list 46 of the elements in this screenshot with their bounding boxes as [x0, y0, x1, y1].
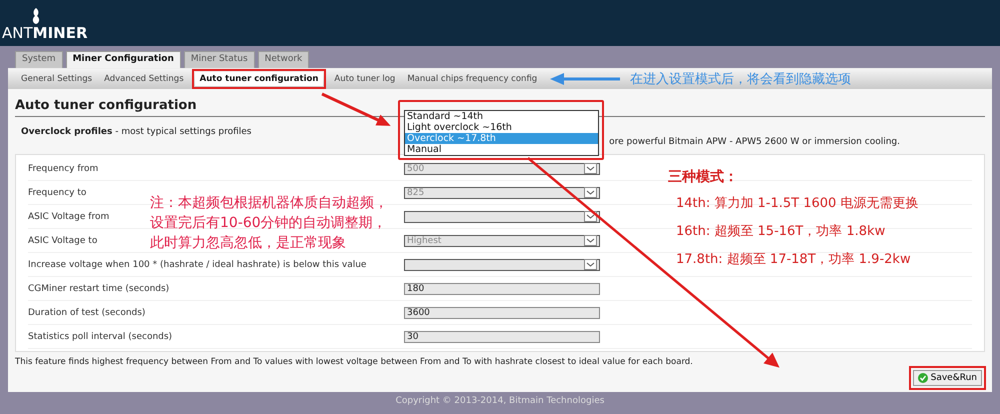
annotation-text: 在进入设置模式后，将会看到隐藏选项 [630, 71, 852, 88]
arrow [550, 73, 620, 85]
feature-note: This feature finds highest frequency between From and To values with lowest voltage between From and To with hashrate closest to ideal value for each board. [15, 356, 694, 367]
caret-icon [584, 163, 597, 174]
check-icon [918, 373, 928, 383]
setting-label: Statistics poll interval (seconds) [28, 332, 172, 342]
annotation-text: 14th: 算力加 1-1.5T 1600 电源无需更换 [676, 195, 918, 213]
annotation-text: 设置完后有10-60分钟的自动调整期， [150, 214, 388, 233]
setting-label: Frequency from [28, 164, 98, 174]
caret-icon [584, 259, 597, 270]
sub-tab[interactable]: Manual chips frequency config [402, 72, 542, 86]
sub-tab[interactable]: Advanced Settings [99, 72, 189, 86]
annotation-text: 注：本超频包根据机器体质自动超频， [150, 194, 388, 213]
sub-tab[interactable]: Auto tuner log [329, 72, 400, 86]
annotation-title: 三种模式： [668, 168, 739, 186]
main-tab[interactable]: Miner Status [184, 51, 255, 68]
caret-icon [584, 235, 597, 246]
brand-logo: ANTMINER [2, 24, 88, 42]
main-tab[interactable]: Network [258, 51, 310, 68]
setting-label: CGMiner restart time (seconds) [28, 284, 170, 294]
profiles-label: Overclock profiles - most typical settings profiles [21, 127, 252, 139]
select-field[interactable] [404, 210, 600, 222]
setting-label: Frequency to [28, 188, 86, 198]
caret-icon [584, 211, 597, 222]
input-field[interactable]: 180 [404, 282, 600, 294]
setting-label: ASIC Voltage from [28, 212, 110, 222]
profiles-note: ore powerful Bitmain APW - APW5 2600 W or immersion cooling. [609, 137, 900, 149]
setting-label: ASIC Voltage to [28, 236, 98, 246]
main-tab[interactable]: System [15, 51, 63, 68]
input-field[interactable]: 30 [404, 330, 600, 342]
sub-tab[interactable]: General Settings [16, 72, 98, 86]
annotation-text: 17.8th: 超频至 17-18T，功率 1.9-2kw [676, 251, 912, 269]
sub-tab[interactable]: Auto tuner configuration [194, 72, 324, 86]
setting-label: Increase voltage when 100 * (hashrate / ideal hashrate) is below this value [28, 260, 366, 270]
dropdown-option[interactable]: Light overclock ~16th [405, 122, 598, 133]
select-field[interactable] [404, 258, 600, 270]
caret-icon [584, 187, 597, 198]
annotation-text: 此时算力忽高忽低，是正常现象 [150, 234, 347, 253]
dropdown-option[interactable]: Standard ~14th [405, 111, 598, 122]
copyright-text: Copyright © 2013-2014, Bitmain Technologies [394, 395, 606, 406]
dropdown-option[interactable]: Manual [405, 144, 598, 155]
annotation-text: 16th: 超频至 15-16T，功率 1.8kw [676, 223, 886, 241]
input-field[interactable]: 3600 [404, 306, 600, 318]
setting-label: Duration of test (seconds) [28, 308, 146, 318]
main-tab[interactable]: Miner Configuration [66, 51, 181, 68]
arrow [321, 92, 391, 126]
